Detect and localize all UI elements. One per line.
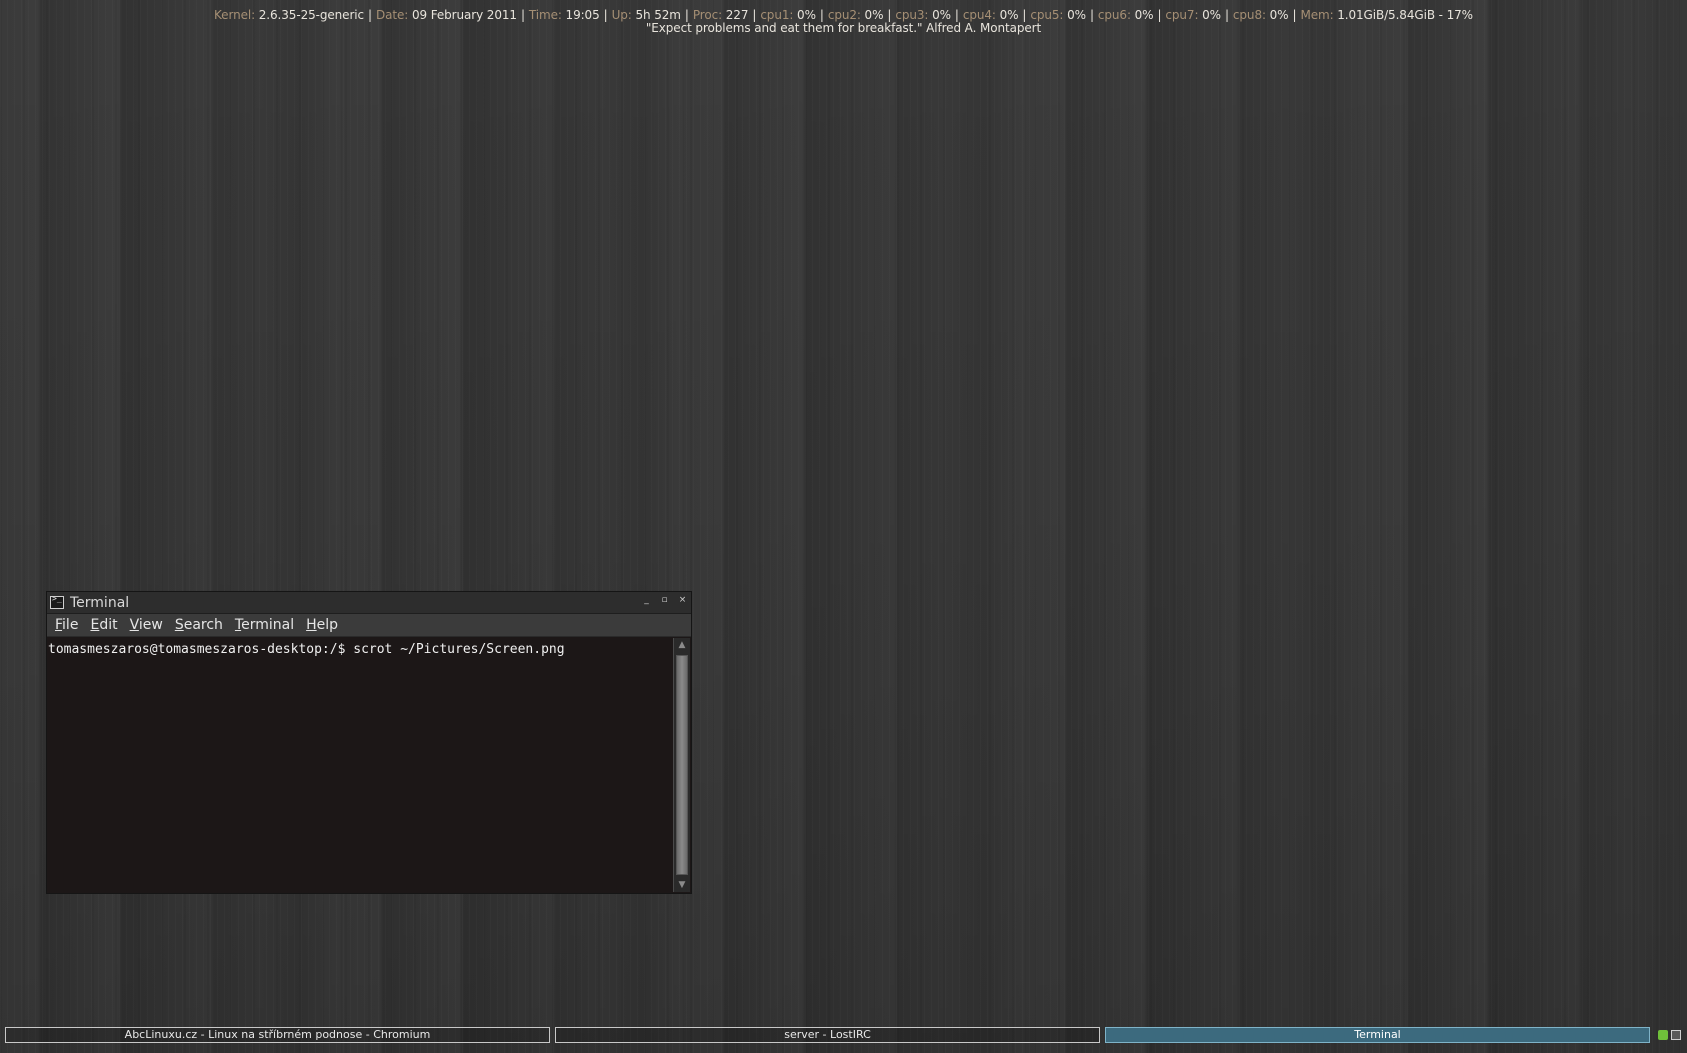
menu-edit[interactable]: Edit [84,617,123,633]
cpu-value: 0% [1134,8,1154,22]
mem-label: Mem: [1300,8,1334,22]
network-tray-icon[interactable] [1658,1030,1668,1040]
cpu-label: cpu6: [1097,8,1131,22]
prompt-line: tomasmeszaros@tomasmeszaros-desktop:/$ s… [48,642,565,657]
cpu-label: cpu7: [1165,8,1199,22]
taskbar-item-terminal[interactable]: Terminal [1105,1027,1650,1043]
vertical-scrollbar[interactable]: ▲ ▼ [673,638,690,892]
cpu-label: cpu3: [895,8,929,22]
minimize-button[interactable]: _ [642,595,651,605]
scroll-up-arrow-icon[interactable]: ▲ [674,638,690,652]
cpu-value: 0% [1269,8,1289,22]
cpu-label: cpu8: [1232,8,1266,22]
uptime-value: 5h 52m [635,8,681,22]
terminal-window[interactable]: Terminal _ ▫ × File Edit View Search Ter… [47,592,691,893]
cpu-label: cpu4: [962,8,996,22]
cpu-label: cpu5: [1030,8,1064,22]
menu-view[interactable]: View [124,617,169,633]
kernel-value: 2.6.35-25-generic [258,8,365,22]
close-button[interactable]: × [678,595,687,605]
menubar: File Edit View Search Terminal Help [47,614,691,637]
cpu-label: cpu1: [760,8,794,22]
time-label: Time: [528,8,562,22]
date-label: Date: [375,8,409,22]
time-value: 19:05 [565,8,600,22]
mem-value: 1.01GiB/5.84GiB - 17% [1337,8,1473,22]
maximize-button[interactable]: ▫ [660,595,669,605]
terminal-output[interactable]: tomasmeszaros@tomasmeszaros-desktop:/$ s… [47,637,673,893]
taskbar: AbcLinuxu.cz - Linux na stříbrném podnos… [0,1026,1687,1045]
menu-file[interactable]: File [49,617,84,633]
cpu-value: 0% [797,8,816,22]
window-controls: _ ▫ × [642,595,687,605]
menu-terminal[interactable]: Terminal [229,617,300,633]
taskbar-item-lostirc[interactable]: server - LostIRC [555,1027,1100,1043]
uptime-label: Up: [611,8,632,22]
cpu-label: cpu2: [827,8,861,22]
cpu-value: 0% [999,8,1019,22]
conky-quote: "Expect problems and eat them for breakf… [645,21,1042,35]
cpu-value: 0% [864,8,884,22]
menu-search[interactable]: Search [169,617,229,633]
wallpaper [0,0,1687,1053]
taskbar-item-chromium[interactable]: AbcLinuxu.cz - Linux na stříbrném podnos… [5,1027,550,1043]
cpu-value: 0% [1202,8,1221,22]
kernel-label: Kernel: [214,8,256,22]
keyboard-tray-icon[interactable] [1671,1030,1681,1040]
scrollbar-thumb[interactable] [676,655,688,875]
scroll-down-arrow-icon[interactable]: ▼ [674,878,690,892]
conky-status: Kernel: 2.6.35-25-generic | Date: 09 Febru… [0,9,1687,35]
proc-label: Proc: [692,8,723,22]
menu-help[interactable]: Help [300,617,344,633]
window-titlebar[interactable]: Terminal _ ▫ × [47,592,691,614]
system-tray [1658,1030,1681,1040]
cpu-value: 0% [932,8,951,22]
cpu-value: 0% [1067,8,1086,22]
date-value: 09 February 2011 [411,8,517,22]
window-title: Terminal [70,594,130,611]
proc-value: 227 [725,8,749,22]
terminal-app-icon [50,594,64,609]
